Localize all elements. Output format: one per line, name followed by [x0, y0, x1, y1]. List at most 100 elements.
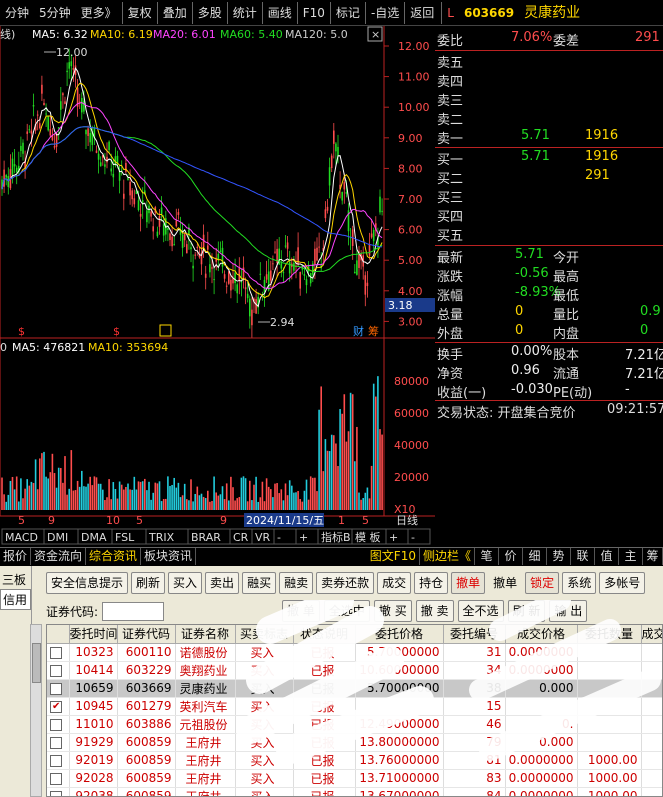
- column-header[interactable]: 成交数量: [641, 625, 662, 644]
- tab-main[interactable]: 主: [619, 548, 643, 565]
- tab-detail[interactable]: 细: [523, 548, 547, 565]
- toolbar-mark[interactable]: 标记: [329, 1, 365, 24]
- column-header[interactable]: 买卖标志: [235, 625, 294, 644]
- deals-button[interactable]: 成交: [377, 572, 412, 594]
- tab-value[interactable]: 值: [595, 548, 619, 565]
- toolbar-more[interactable]: 更多》: [76, 2, 122, 24]
- column-header[interactable]: 委托编号: [443, 625, 506, 644]
- row-checkbox[interactable]: [50, 754, 63, 767]
- table-row[interactable]: 10659 603669 灵康药业 买入 已报 5.70000000 38 0.000: [47, 679, 662, 698]
- toolbar-overlay[interactable]: 叠加: [156, 1, 192, 24]
- table-row[interactable]: ✔ 10945 601279 英利汽车 买入 已报 15: [47, 697, 662, 716]
- cancel-sell-button[interactable]: 撤 卖: [415, 600, 454, 622]
- row-checkbox[interactable]: [50, 772, 63, 785]
- table-row[interactable]: 92028 600859 王府井 买入 已报 13.71000000 83 0.0000000…: [47, 769, 662, 788]
- refresh-button[interactable]: 刷新: [131, 572, 166, 594]
- toolbar-f10[interactable]: F10: [296, 1, 330, 24]
- tab-capital-flow[interactable]: 资金流向: [31, 548, 87, 565]
- toolbar-back[interactable]: 返回: [404, 1, 439, 24]
- tab-ticks[interactable]: 笔: [475, 548, 499, 565]
- toolbar-stats[interactable]: 统计: [226, 1, 262, 24]
- toolbar-watchlist[interactable]: -自选: [364, 1, 404, 24]
- candle-body: [28, 129, 31, 131]
- security-info-button[interactable]: 安全信息提示: [46, 572, 129, 594]
- column-header[interactable]: 证券名称: [175, 625, 236, 644]
- code-input[interactable]: [102, 601, 165, 621]
- refresh-orders-button[interactable]: 刷 新: [507, 600, 546, 622]
- tab-price[interactable]: 价: [499, 548, 523, 565]
- column-header[interactable]: 委托数量: [577, 625, 642, 644]
- toolbar-restore-rights[interactable]: 复权: [121, 1, 157, 24]
- margin-buy-button[interactable]: 融买: [242, 572, 277, 594]
- dollar-icon[interactable]: $: [113, 325, 120, 338]
- event-icon[interactable]: [159, 324, 172, 337]
- row-checkbox[interactable]: [50, 682, 63, 695]
- select-all-button[interactable]: 全选中: [323, 600, 370, 622]
- toolbar-multi-stock[interactable]: 多股: [191, 1, 227, 24]
- table-row[interactable]: 92038 600859 王府井 买入 已报 13.67000000 84 0.0000000…: [47, 787, 662, 796]
- cancel-buy-button[interactable]: 撤 买: [373, 600, 412, 622]
- multi-account-button[interactable]: 多帐号: [599, 572, 646, 594]
- column-header[interactable]: 成交价格: [505, 625, 578, 644]
- column-header[interactable]: 证券代码: [117, 625, 176, 644]
- scrollbar-thumb[interactable]: [32, 643, 41, 683]
- sell-button[interactable]: 卖出: [205, 572, 240, 594]
- table-cell: 10945: [69, 697, 118, 716]
- column-header[interactable]: 委托时间: [69, 625, 118, 644]
- date-tick: 9: [48, 514, 55, 527]
- system-button[interactable]: 系统: [562, 572, 597, 594]
- column-header[interactable]: 状态说明: [293, 625, 356, 644]
- tab-sidebar[interactable]: 侧边栏《: [420, 548, 475, 565]
- positions-button[interactable]: 持仓: [414, 572, 449, 594]
- candle-body: [234, 272, 236, 284]
- candlestick-chart[interactable]: 线) MA5: 6.32 MA10: 6.19 MA20: 6.01 MA60:…: [0, 26, 435, 546]
- column-header[interactable]: 委托价格: [355, 625, 444, 644]
- volume-bar: [5, 501, 7, 510]
- volume-bar: [156, 483, 159, 510]
- row-checkbox[interactable]: [50, 790, 63, 796]
- account-credit[interactable]: 信用: [0, 589, 31, 610]
- table-row[interactable]: 91929 600859 王府井 买入 已报 13.80000000 79 0.000: [47, 733, 662, 752]
- candle-body: [160, 207, 163, 215]
- column-header[interactable]: [47, 625, 70, 644]
- deselect-all-button[interactable]: 全不选: [457, 600, 504, 622]
- table-row[interactable]: 92019 600859 王府井 买入 已报 13.76000000 81 0.0000000…: [47, 751, 662, 770]
- row-checkbox[interactable]: [50, 736, 63, 749]
- table-row[interactable]: 11010 603886 元祖股份 买入 已报 12.49000000 46 0.: [47, 715, 662, 734]
- period-label[interactable]: 日线: [396, 513, 418, 527]
- tab-chips[interactable]: 筹: [643, 548, 663, 565]
- tab-trend[interactable]: 势: [547, 548, 571, 565]
- toolbar-minute[interactable]: 分钟: [0, 2, 34, 24]
- table-cell: [47, 787, 70, 796]
- tab-link[interactable]: 联: [571, 548, 595, 565]
- volume-bar: [330, 434, 333, 510]
- margin-sell-button[interactable]: 融卖: [279, 572, 314, 594]
- row-checkbox[interactable]: [50, 664, 63, 677]
- lock-button[interactable]: 锁定: [525, 572, 560, 594]
- dollar-icon[interactable]: $: [18, 325, 25, 338]
- tab-news[interactable]: 综合资讯: [86, 548, 142, 565]
- tab-f10[interactable]: 图文F10: [367, 548, 420, 565]
- ma20-legend: MA20: 6.01: [153, 28, 216, 41]
- sell-repay-button[interactable]: 卖券还款: [316, 572, 375, 594]
- stock-name: 灵康药业: [524, 4, 581, 21]
- finance-marker[interactable]: 财: [353, 324, 364, 338]
- row-checkbox[interactable]: [50, 718, 63, 731]
- volume-bar: [104, 500, 106, 510]
- export-button[interactable]: 输 出: [549, 600, 588, 622]
- volume-bar: [368, 498, 371, 510]
- tab-sector-news[interactable]: 板块资讯: [141, 548, 197, 565]
- tab-quote[interactable]: 报价: [0, 548, 32, 565]
- table-row[interactable]: 10414 603229 奥翔药业 买入 已报 10.60000000 34 0.000000…: [47, 661, 662, 680]
- orders-scrollbar[interactable]: [30, 624, 42, 797]
- chip-marker[interactable]: 筹: [368, 324, 379, 338]
- cancel-button[interactable]: 撤 单: [282, 600, 320, 622]
- row-checkbox[interactable]: ✔: [50, 700, 63, 713]
- account-third-board[interactable]: 三板: [0, 570, 31, 589]
- cancel-order-tab[interactable]: 撤单: [451, 572, 486, 594]
- row-checkbox[interactable]: [50, 646, 63, 659]
- toolbar-5minute[interactable]: 5分钟: [34, 2, 76, 24]
- table-row[interactable]: 10323 600110 诺德股份 买入 已报 5.70000000 31 0.0000000: [47, 643, 662, 662]
- buy-button[interactable]: 买入: [168, 572, 203, 594]
- toolbar-draw-line[interactable]: 画线: [261, 1, 297, 24]
